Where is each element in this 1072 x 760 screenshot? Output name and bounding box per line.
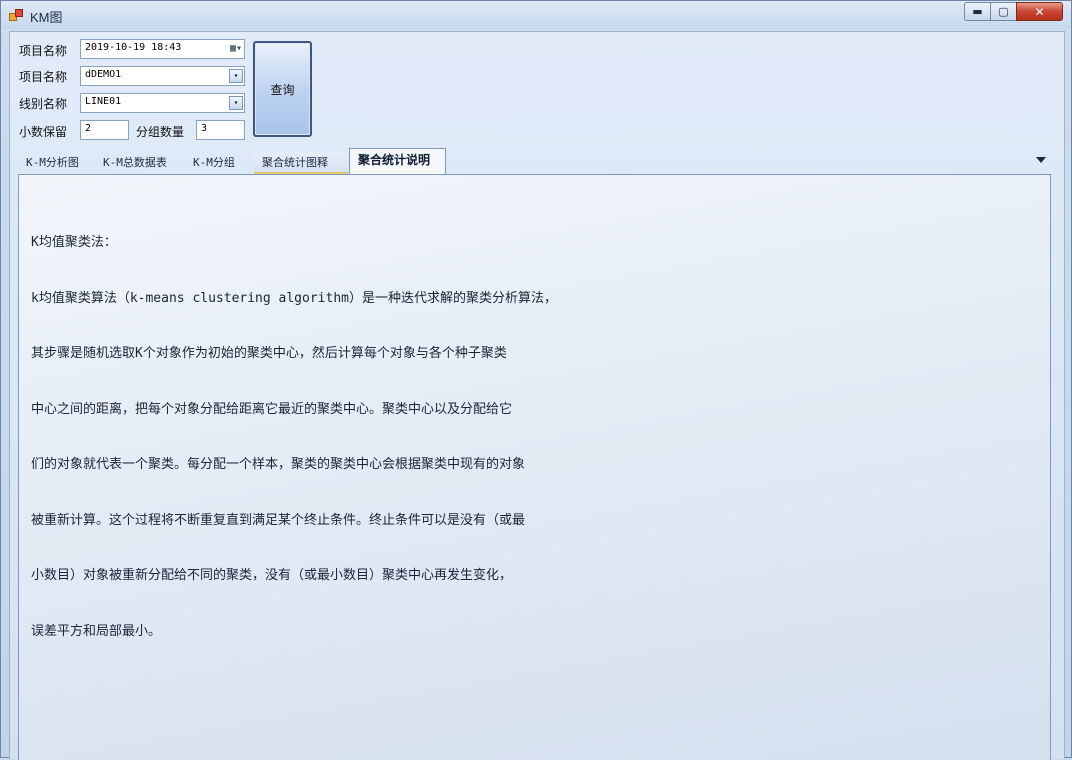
tab-km-chart[interactable]: K-M分析图 (18, 152, 87, 174)
maximize-icon: ▢ (998, 5, 1009, 18)
minimize-button[interactable]: ▬ (964, 2, 991, 21)
tab-panel-cluster-description: K均值聚类法： k均值聚类算法（k-means clustering algor… (18, 174, 1051, 760)
minimize-icon: ▬ (972, 5, 983, 18)
chevron-down-icon[interactable]: ▾ (229, 96, 243, 110)
description-line: k均值聚类算法（k-means clustering algorithm）是一种… (31, 290, 557, 306)
query-button-label: 查询 (270, 82, 295, 97)
tab-list-dropdown-icon[interactable] (1036, 157, 1046, 163)
description-line: K均值聚类法： (31, 235, 117, 250)
app-icon (9, 8, 25, 22)
main-window: KM图 ▬ ▢ ✕ 项目名称 2019-10-19 18:43 ▦▾ 项目名称 … (0, 0, 1072, 760)
tab-km-groups[interactable]: K-M分组 (185, 152, 243, 174)
title-bar[interactable]: KM图 ▬ ▢ ✕ (1, 1, 1071, 29)
calendar-dropdown-icon[interactable]: ▦▾ (218, 42, 242, 56)
tab-cluster-chart-explain[interactable]: 聚合统计图释 (254, 152, 348, 174)
close-button[interactable]: ✕ (1016, 2, 1063, 21)
description-line: 误差平方和局部最小。 (31, 623, 162, 639)
description-line: 被重新计算。这个过程将不断重复直到满足某个终止条件。终止条件可以是没有（或最 (31, 512, 526, 528)
group-count-label: 分组数量 (136, 125, 185, 139)
line-name-select[interactable]: LINE01 ▾ (80, 93, 245, 113)
project-name-select[interactable]: dDEMO1 ▾ (80, 66, 245, 86)
project-date-picker[interactable]: 2019-10-19 18:43 ▦▾ (80, 39, 245, 59)
decimal-places-label: 小数保留 (19, 125, 68, 139)
project-name-label: 项目名称 (19, 70, 68, 84)
project-date-label: 项目名称 (19, 44, 68, 58)
project-date-value: 2019-10-19 18:43 (85, 42, 182, 53)
group-count-value: 3 (201, 123, 208, 134)
decimal-places-input[interactable]: 2 (80, 120, 129, 140)
description-text: K均值聚类法： k均值聚类算法（k-means clustering algor… (31, 197, 671, 678)
tab-strip: K-M分析图 K-M总数据表 K-M分组 聚合统计图释 聚合统计说明 (10, 148, 1052, 175)
client-area: 项目名称 2019-10-19 18:43 ▦▾ 项目名称 dDEMO1 ▾ 线… (9, 31, 1065, 760)
tab-km-total-table[interactable]: K-M总数据表 (95, 152, 175, 174)
line-name-label: 线别名称 (19, 97, 68, 111)
description-line: 小数目）对象被重新分配给不同的聚类，没有（或最小数目）聚类中心再发生变化， (31, 568, 513, 583)
line-name-value: LINE01 (85, 96, 122, 107)
tab-cluster-description[interactable]: 聚合统计说明 (349, 148, 446, 175)
project-name-value: dDEMO1 (85, 69, 122, 80)
decimal-places-value: 2 (85, 123, 92, 134)
group-count-input[interactable]: 3 (196, 120, 245, 140)
maximize-button[interactable]: ▢ (990, 2, 1017, 21)
query-button[interactable]: 查询 (253, 41, 312, 137)
close-icon: ✕ (1034, 4, 1045, 19)
description-line: 中心之间的距离，把每个对象分配给距离它最近的聚类中心。聚类中心以及分配给它 (31, 401, 513, 417)
chevron-down-icon[interactable]: ▾ (229, 69, 243, 83)
description-line: 们的对象就代表一个聚类。每分配一个样本，聚类的聚类中心会根据聚类中现有的对象 (31, 457, 526, 472)
window-title: KM图 (30, 10, 63, 25)
description-line: 其步骤是随机选取K个对象作为初始的聚类中心，然后计算每个对象与各个种子聚类 (31, 346, 507, 361)
